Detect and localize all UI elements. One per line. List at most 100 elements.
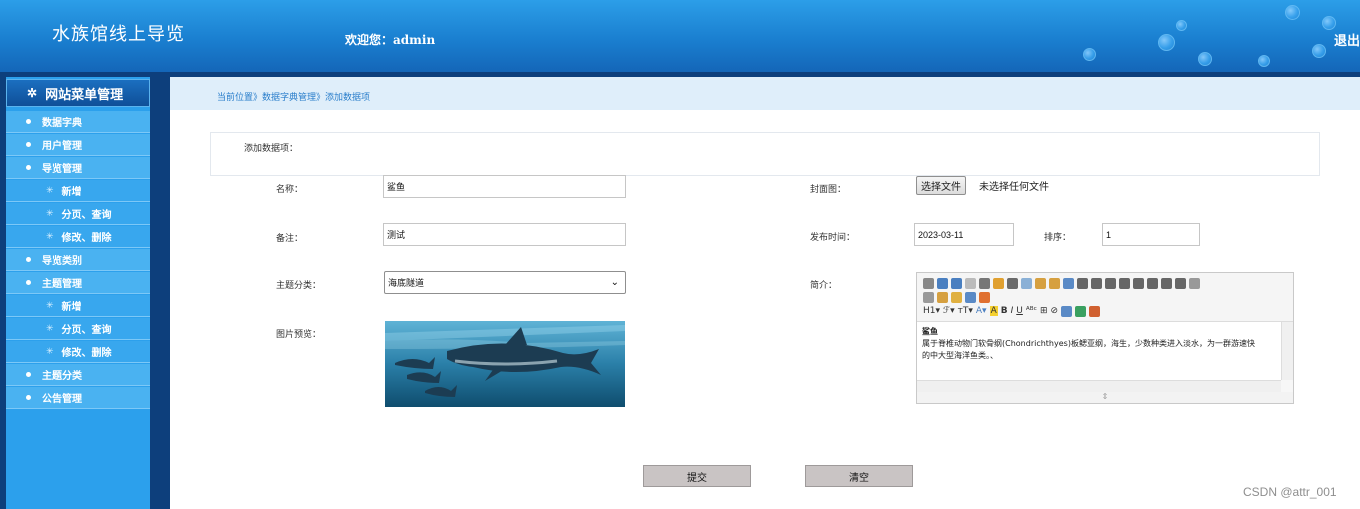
bullet-icon	[26, 119, 31, 124]
note-label: 备注：	[276, 234, 304, 244]
print-icon[interactable]	[979, 277, 990, 289]
editor-toolbar: H1▾ ℱ▾ ᴛT▾ A▾ A B I U ᴬᴮᶜ ⊞ ⊘	[917, 273, 1293, 322]
eraser-icon[interactable]: ⊘	[1051, 306, 1059, 316]
breadcrumb: 当前位置》数据字典管理》添加数据项	[217, 93, 371, 103]
indent-icon[interactable]	[1161, 277, 1172, 289]
sidebar-item[interactable]: 导览管理	[6, 157, 150, 179]
sidebar-item-label: 主题分类	[42, 371, 82, 382]
logout-link[interactable]: 退出	[1334, 30, 1360, 49]
flash-icon[interactable]	[1075, 305, 1087, 317]
sidebar-item-label: 修改、删除	[61, 348, 112, 359]
bubble-decoration	[1322, 16, 1336, 30]
font-family-icon[interactable]: ℱ▾	[943, 306, 955, 316]
editor-resize-handle[interactable]: ⇕	[917, 392, 1293, 403]
outdent-icon[interactable]	[1175, 277, 1186, 289]
bubble-decoration	[1158, 34, 1175, 51]
submit-button[interactable]: 提交	[643, 465, 751, 487]
bubble-decoration	[1198, 52, 1212, 66]
sidebar-item[interactable]: 导览类别	[6, 249, 150, 271]
font-color-icon[interactable]: A▾	[976, 306, 987, 316]
cover-label: 封面图：	[810, 185, 847, 195]
preview-icon[interactable]	[965, 277, 976, 289]
editor-horizontal-scrollbar[interactable]	[917, 380, 1281, 392]
undo-icon[interactable]	[937, 277, 948, 289]
sidebar-item[interactable]: ✳ 新增	[6, 295, 150, 317]
align-center-icon[interactable]	[1091, 277, 1102, 289]
ordered-list-icon[interactable]	[1133, 277, 1144, 289]
paste-icon[interactable]	[1035, 277, 1046, 289]
superscript-icon[interactable]	[923, 291, 934, 303]
heading-icon[interactable]: H1▾	[923, 306, 940, 316]
sidebar-item[interactable]: ✳ 新增	[6, 180, 150, 202]
highlight-icon[interactable]: A	[989, 306, 998, 316]
toolbar-row-1	[923, 276, 1287, 290]
choose-file-button[interactable]: 选择文件	[916, 176, 966, 195]
sidebar-item[interactable]: 用户管理	[6, 134, 150, 156]
clear-format-icon[interactable]	[937, 291, 948, 303]
note-input[interactable]: 测试	[383, 223, 626, 246]
align-left-icon[interactable]	[1077, 277, 1088, 289]
paste-word-icon[interactable]	[1063, 277, 1074, 289]
name-input[interactable]: 鲨鱼	[383, 175, 626, 198]
bullet-icon	[26, 257, 31, 262]
sidebar-item[interactable]: 主题管理	[6, 272, 150, 294]
fullscreen-icon[interactable]	[979, 291, 990, 303]
source-icon[interactable]	[923, 277, 934, 289]
align-right-icon[interactable]	[1105, 277, 1116, 289]
sidebar-item-label: 导览管理	[42, 164, 82, 175]
template-icon[interactable]	[993, 277, 1004, 289]
justify-icon[interactable]	[1119, 277, 1130, 289]
sidebar-item[interactable]: ✳ 分页、查询	[6, 318, 150, 340]
bubble-decoration	[1285, 5, 1300, 20]
welcome-text: 欢迎您：admin	[345, 31, 435, 48]
font-size-icon[interactable]: ᴛT▾	[958, 306, 973, 316]
sub-bullet-icon: ✳	[46, 185, 54, 196]
sidebar-item[interactable]: 数据字典	[6, 111, 150, 133]
sidebar-item[interactable]: 公告管理	[6, 387, 150, 409]
sidebar-item-label: 公告管理	[42, 394, 82, 405]
editor-content[interactable]: 鲨鱼 属于脊椎动物门软骨纲(Chondrichthyes)板鳃亚纲，海生，少数种…	[917, 322, 1281, 380]
image-icon[interactable]	[1061, 305, 1073, 317]
publish-time-input[interactable]: 2023-03-11	[914, 223, 1014, 246]
strikethrough-icon[interactable]: ᴬᴮᶜ	[1026, 306, 1037, 316]
preview-label: 图片预览：	[276, 330, 322, 340]
sidebar-item-label: 用户管理	[42, 141, 82, 152]
subscript-icon[interactable]	[1189, 277, 1200, 289]
redo-icon[interactable]	[951, 277, 962, 289]
sidebar-menu: ✲ 网站菜单管理 数据字典 用户管理 导览管理 ✳ 新增 ✳ 分页、查询 ✳ 修改、删除 导览类别…	[6, 77, 150, 509]
editor-paragraph: 的中大型海洋鱼类。、	[922, 351, 998, 360]
sidebar-item[interactable]: ✳ 修改、删除	[6, 226, 150, 248]
publish-time-label: 发布时间：	[810, 233, 856, 243]
category-select[interactable]: 海底隧道 ⌄	[384, 271, 626, 294]
sidebar-item[interactable]: 主题分类	[6, 364, 150, 386]
sidebar-item-label: 新增	[61, 302, 82, 313]
order-input[interactable]: 1	[1102, 223, 1200, 246]
bubble-decoration	[1258, 55, 1270, 67]
sidebar-item-label: 导览类别	[42, 256, 82, 267]
sidebar-item-label: 新增	[61, 187, 82, 198]
main-content: 添加数据项： 名称： 鲨鱼 封面图： 选择文件 未选择任何文件 备注： 测试 发…	[170, 110, 1360, 509]
select-all-icon[interactable]	[951, 291, 962, 303]
cut-icon[interactable]	[1007, 277, 1018, 289]
clear-button[interactable]: 清空	[805, 465, 913, 487]
site-title: 水族馆线上导览	[52, 24, 185, 45]
paste-text-icon[interactable]	[1049, 277, 1060, 289]
cursor-icon[interactable]	[965, 291, 976, 303]
sub-bullet-icon: ✳	[46, 346, 54, 357]
sidebar-title: 网站菜单管理	[45, 87, 124, 103]
toolbar-row-3: H1▾ ℱ▾ ᴛT▾ A▾ A B I U ᴬᴮᶜ ⊞ ⊘	[923, 304, 1287, 318]
editor-vertical-scrollbar[interactable]	[1281, 322, 1293, 380]
rich-text-editor[interactable]: H1▾ ℱ▾ ᴛT▾ A▾ A B I U ᴬᴮᶜ ⊞ ⊘ 鲨鱼 属于脊椎动物门…	[916, 272, 1294, 404]
sidebar-item[interactable]: ✳ 修改、删除	[6, 341, 150, 363]
copy-icon[interactable]	[1021, 277, 1032, 289]
sub-bullet-icon: ✳	[46, 231, 54, 242]
unordered-list-icon[interactable]	[1147, 277, 1158, 289]
underline-icon[interactable]: U	[1016, 306, 1023, 316]
sidebar-item-label: 数据字典	[42, 118, 82, 129]
table-icon[interactable]: ⊞	[1040, 306, 1048, 316]
bold-icon[interactable]: B	[1001, 306, 1008, 316]
media-icon[interactable]	[1089, 305, 1101, 317]
bullet-icon	[26, 165, 31, 170]
sidebar-item[interactable]: ✳ 分页、查询	[6, 203, 150, 225]
italic-icon[interactable]: I	[1011, 306, 1014, 316]
